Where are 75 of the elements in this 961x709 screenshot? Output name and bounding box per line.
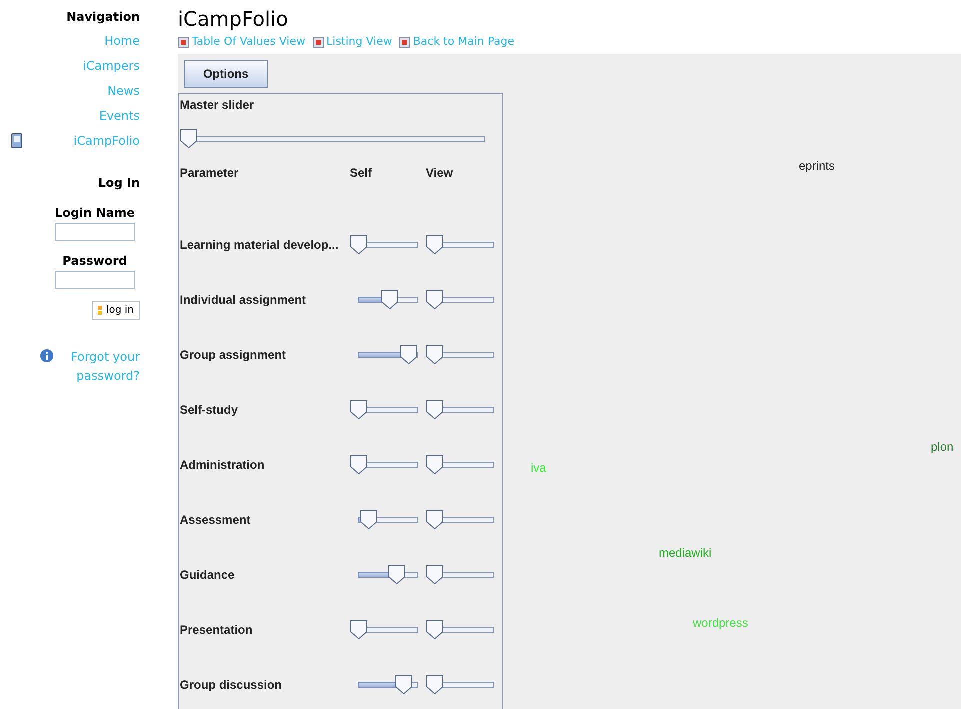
forgot-password-link[interactable]: Forgot your password?	[58, 348, 140, 386]
self-slider[interactable]	[350, 400, 418, 420]
parameter-label: Assessment	[180, 512, 252, 528]
slider-thumb[interactable]	[426, 510, 444, 530]
login-button[interactable]: log in	[92, 301, 140, 320]
slider-thumb[interactable]	[426, 400, 444, 420]
view-slider[interactable]	[426, 344, 494, 364]
parameter-label: Individual assignment	[180, 292, 308, 308]
slider-thumb[interactable]	[350, 400, 368, 420]
view-slider[interactable]	[426, 234, 494, 254]
slider-thumb[interactable]	[400, 344, 418, 364]
slider-thumb[interactable]	[426, 674, 444, 694]
nav-link[interactable]: News	[108, 83, 140, 100]
slider-thumb[interactable]	[426, 290, 444, 310]
parameter-label: Group assignment	[180, 346, 288, 364]
slider-thumb[interactable]	[350, 234, 368, 254]
tool-label[interactable]: wordpress	[693, 614, 748, 632]
navigation-heading: Navigation	[66, 9, 140, 26]
options-button[interactable]: Options	[184, 60, 268, 88]
slider-thumb[interactable]	[395, 674, 413, 694]
view-slider[interactable]	[426, 510, 494, 530]
view-link[interactable]: Listing View	[312, 34, 392, 50]
arrow-icon	[98, 306, 104, 315]
parameter-label: Guidance	[180, 566, 236, 584]
slider-thumb[interactable]	[426, 344, 444, 364]
view-link[interactable]: Back to Main Page	[399, 34, 514, 50]
master-slider-label: Master slider	[180, 97, 256, 114]
field-label: Password	[62, 253, 128, 270]
view-link[interactable]: Table Of Values View	[178, 34, 306, 50]
book-icon	[10, 133, 24, 149]
slider-thumb[interactable]	[426, 454, 444, 474]
slider-thumb[interactable]	[426, 564, 444, 584]
master-slider[interactable]	[180, 129, 485, 149]
page-icon	[312, 36, 324, 48]
nav-link[interactable]: iCampers	[83, 58, 140, 75]
nav-link[interactable]: iCampFolio	[74, 133, 140, 150]
slider-thumb[interactable]	[388, 564, 406, 584]
view-slider[interactable]	[426, 674, 494, 694]
parameter-label: Presentation	[180, 622, 254, 638]
field-label: Login Name	[54, 205, 136, 222]
tool-label[interactable]: plon	[931, 438, 954, 456]
slider-thumb[interactable]	[350, 454, 368, 474]
login-heading: Log In	[98, 175, 140, 192]
view-slider[interactable]	[426, 454, 494, 474]
self-slider[interactable]	[350, 454, 418, 474]
parameter-label: Group discussion	[180, 676, 284, 694]
info-icon	[40, 349, 54, 363]
column-header: Self	[350, 165, 374, 182]
column-header: View	[426, 165, 454, 182]
column-header: Parameter	[180, 165, 240, 182]
slider-thumb[interactable]	[426, 620, 444, 640]
nav-link[interactable]: Home	[104, 33, 140, 50]
self-slider[interactable]	[350, 234, 418, 254]
parameter-label: Self-study	[180, 402, 240, 418]
tool-label[interactable]: iva	[531, 459, 546, 477]
slider-thumb[interactable]	[426, 234, 444, 254]
view-slider[interactable]	[426, 564, 494, 584]
tool-label[interactable]: mediawiki	[659, 544, 712, 562]
slider-thumb[interactable]	[180, 129, 198, 149]
parameter-label: Administration	[180, 456, 266, 474]
password-field[interactable]	[55, 271, 135, 289]
parameter-label: Learning material develop...	[180, 236, 340, 254]
tool-label[interactable]: eprints	[799, 157, 836, 175]
page-icon	[178, 36, 189, 48]
slider-thumb[interactable]	[381, 290, 399, 310]
page-icon	[399, 36, 410, 48]
view-slider[interactable]	[426, 620, 494, 640]
slider-thumb[interactable]	[360, 510, 378, 530]
view-slider[interactable]	[426, 290, 494, 310]
page-title: iCampFolio	[178, 6, 290, 32]
self-slider[interactable]	[350, 620, 418, 640]
login-name-field[interactable]	[55, 223, 135, 241]
slider-thumb[interactable]	[350, 620, 368, 640]
view-slider[interactable]	[426, 400, 494, 420]
nav-link[interactable]: Events	[99, 108, 140, 125]
